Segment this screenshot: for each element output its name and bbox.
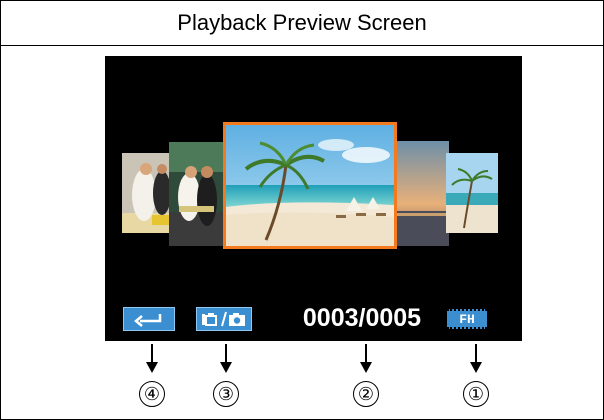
video-photo-mode-button[interactable] — [196, 307, 252, 331]
video-photo-toggle-icon — [202, 311, 245, 327]
callout-1: ① — [463, 381, 489, 407]
playback-screen: 0003/0005 FH — [105, 56, 522, 341]
down-arrow-icon — [359, 344, 373, 374]
file-counter: 0003/0005 — [302, 304, 422, 332]
thumbnail-wedding-2[interactable] — [169, 142, 224, 246]
selected-thumbnail[interactable] — [223, 122, 397, 249]
down-arrow-icon — [469, 344, 483, 374]
thumbnail-palm-beach[interactable] — [446, 153, 498, 233]
callout-2: ② — [353, 381, 379, 407]
callout-4: ④ — [139, 381, 165, 407]
page-title: Playback Preview Screen — [1, 1, 603, 46]
callout-3: ③ — [213, 381, 239, 407]
back-button[interactable] — [123, 307, 175, 331]
down-arrow-icon — [145, 344, 159, 374]
resolution-badge: FH — [447, 309, 487, 329]
down-arrow-icon — [219, 344, 233, 374]
return-arrow-icon — [134, 314, 162, 327]
thumbnail-sunset[interactable] — [397, 141, 449, 246]
